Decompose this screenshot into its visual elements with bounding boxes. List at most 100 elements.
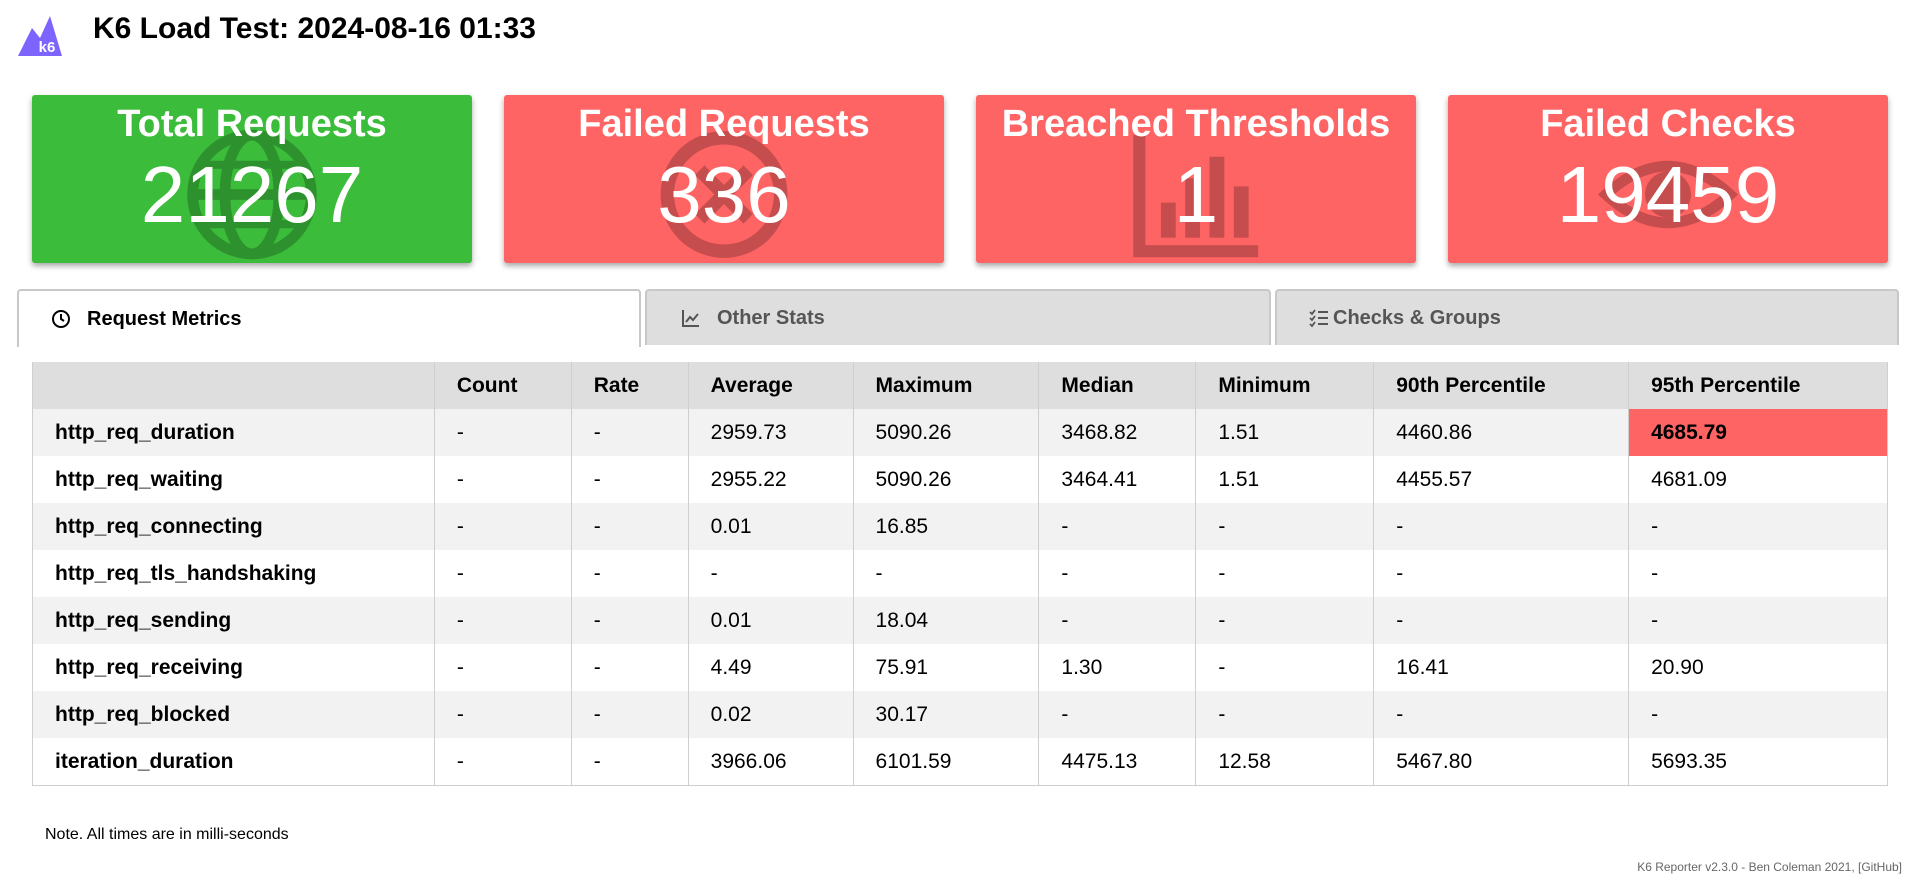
table-cell: -: [1195, 644, 1375, 691]
k6-logo-icon: k6: [18, 16, 62, 56]
table-cell: -: [571, 644, 689, 691]
footer-credit: K6 Reporter v2.3.0 - Ben Coleman 2021, […: [1637, 860, 1902, 874]
table-cell: -: [1628, 691, 1888, 738]
card-value: 336: [657, 150, 791, 239]
table-cell: 0.01: [688, 503, 854, 550]
table-cell: -: [571, 738, 689, 786]
logo-text: k6: [39, 39, 56, 56]
metric-name: http_req_connecting: [32, 503, 435, 550]
table-cell: 3468.82: [1038, 409, 1197, 456]
table-cell: -: [434, 644, 572, 691]
table-cell: -: [1373, 597, 1630, 644]
table-cell: 1.30: [1038, 644, 1197, 691]
column-header: Rate: [571, 362, 689, 409]
metric-name: http_req_waiting: [32, 456, 435, 503]
tab-label: Request Metrics: [87, 307, 242, 330]
table-cell: 4.49: [688, 644, 854, 691]
card-value: 1: [1173, 150, 1219, 239]
table-cell: -: [1195, 597, 1375, 644]
table-cell: 2955.22: [688, 456, 854, 503]
table-cell: 4460.86: [1373, 409, 1630, 456]
checklist-icon: [1309, 309, 1328, 328]
table-cell: -: [853, 550, 1040, 597]
table-row: iteration_duration - - 3966.06 6101.59 4…: [32, 738, 1888, 786]
summary-cards: Total Requests 21267 Failed Requests 336…: [32, 95, 1890, 263]
metric-name: http_req_duration: [32, 409, 435, 456]
table-cell: -: [434, 409, 572, 456]
table-cell: 4475.13: [1038, 738, 1197, 786]
units-note: Note. All times are in milli-seconds: [45, 826, 289, 843]
card-label: Failed Requests: [578, 103, 870, 145]
table-row: http_req_waiting - - 2955.22 5090.26 346…: [32, 456, 1888, 503]
table-cell: -: [1373, 691, 1630, 738]
table-row: http_req_sending - - 0.01 18.04 - - - -: [32, 597, 1888, 644]
table-cell: 1.51: [1195, 409, 1375, 456]
total-requests-card: Total Requests 21267: [32, 95, 472, 263]
table-row: http_req_blocked - - 0.02 30.17 - - - -: [32, 691, 1888, 738]
table-cell: -: [1038, 597, 1197, 644]
table-cell: 75.91: [853, 644, 1040, 691]
card-label: Breached Thresholds: [1001, 103, 1391, 145]
table-cell: -: [1038, 550, 1197, 597]
table-cell: -: [571, 409, 689, 456]
table-cell: 5090.26: [853, 456, 1040, 503]
table-cell: 20.90: [1628, 644, 1888, 691]
table-header-row: Count Rate Average Maximum Median Minimu…: [32, 362, 1888, 409]
column-header: Count: [434, 362, 572, 409]
table-cell: -: [434, 550, 572, 597]
table-cell: 5090.26: [853, 409, 1040, 456]
failed-requests-card: Failed Requests 336: [504, 95, 944, 263]
column-header: Maximum: [853, 362, 1040, 409]
tab-request-metrics[interactable]: Request Metrics: [17, 289, 641, 347]
table-cell: -: [1038, 503, 1197, 550]
table-cell: -: [688, 550, 854, 597]
clock-icon: [52, 310, 70, 328]
table-cell: 3464.41: [1038, 456, 1197, 503]
table-cell: -: [434, 456, 572, 503]
card-label: Failed Checks: [1540, 103, 1796, 145]
table-cell: 3966.06: [688, 738, 854, 786]
line-chart-icon: [682, 310, 699, 327]
metric-name: http_req_sending: [32, 597, 435, 644]
breached-thresholds-card: Breached Thresholds 1: [976, 95, 1416, 263]
column-header: [32, 362, 435, 409]
table-cell: 4681.09: [1628, 456, 1888, 503]
table-cell: -: [434, 738, 572, 786]
table-row: http_req_receiving - - 4.49 75.91 1.30 -…: [32, 644, 1888, 691]
breached-threshold-cell: 4685.79: [1628, 409, 1888, 456]
card-label: Total Requests: [117, 103, 387, 145]
table-cell: -: [1373, 550, 1630, 597]
tab-label: Checks & Groups: [1333, 306, 1501, 329]
table-cell: -: [1628, 550, 1888, 597]
table-cell: -: [1195, 691, 1375, 738]
tab-checks-groups[interactable]: Checks & Groups: [1275, 289, 1899, 345]
tab-bar: Request Metrics Other Stats Checks & Gro…: [17, 289, 1899, 347]
card-value: 21267: [140, 150, 364, 239]
column-header: Average: [688, 362, 854, 409]
failed-checks-card: Failed Checks 19459: [1448, 95, 1888, 263]
table-row: http_req_connecting - - 0.01 16.85 - - -…: [32, 503, 1888, 550]
header: k6 K6 Load Test: 2024-08-16 01:33: [0, 0, 1906, 70]
table-cell: -: [1628, 503, 1888, 550]
table-cell: -: [571, 597, 689, 644]
request-metrics-table: Count Rate Average Maximum Median Minimu…: [32, 362, 1888, 786]
column-header: 95th Percentile: [1628, 362, 1888, 409]
page-title: K6 Load Test: 2024-08-16 01:33: [93, 12, 536, 45]
tab-label: Other Stats: [717, 306, 825, 329]
metric-name: http_req_tls_handshaking: [32, 550, 435, 597]
table-cell: 1.51: [1195, 456, 1375, 503]
tab-other-stats[interactable]: Other Stats: [645, 289, 1271, 345]
table-cell: -: [434, 597, 572, 644]
table-cell: -: [1195, 503, 1375, 550]
column-header: Median: [1038, 362, 1197, 409]
metric-name: http_req_receiving: [32, 644, 435, 691]
table-row: http_req_duration - - 2959.73 5090.26 34…: [32, 409, 1888, 456]
table-cell: -: [1038, 691, 1197, 738]
table-cell: -: [434, 691, 572, 738]
table-cell: 0.01: [688, 597, 854, 644]
table-cell: -: [434, 503, 572, 550]
table-row: http_req_tls_handshaking - - - - - - - -: [32, 550, 1888, 597]
table-cell: -: [571, 456, 689, 503]
table-cell: 16.41: [1373, 644, 1630, 691]
table-cell: 4455.57: [1373, 456, 1630, 503]
